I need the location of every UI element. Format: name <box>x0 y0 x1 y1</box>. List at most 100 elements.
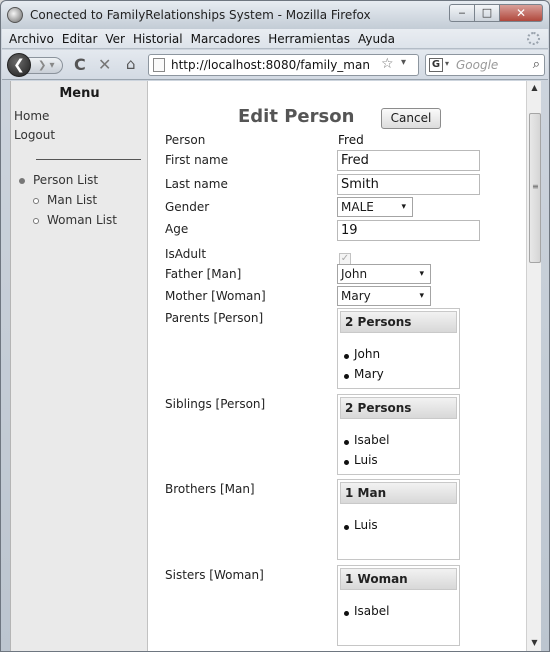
list-item[interactable]: Luis <box>354 518 378 532</box>
throbber-icon <box>527 32 540 45</box>
bullet-icon <box>344 460 349 465</box>
father-label: Father [Man] <box>165 267 242 281</box>
minimize-button[interactable]: ‒ <box>449 4 474 22</box>
cancel-button[interactable]: Cancel <box>381 108 441 129</box>
list-item[interactable]: Isabel <box>354 604 389 618</box>
siblings-list-header: 2 Persons <box>340 397 457 419</box>
parents-list-header: 2 Persons <box>340 311 457 333</box>
person-label: Person <box>165 133 206 147</box>
firefox-icon <box>7 7 23 23</box>
menu-ver[interactable]: Ver <box>101 32 129 46</box>
chevron-down-icon: ▾ <box>419 269 424 279</box>
chevron-down-icon: ▾ <box>401 202 406 212</box>
bullet-icon <box>344 440 349 445</box>
sisters-label: Sisters [Woman] <box>165 568 264 582</box>
edit-person-form: Edit Person Cancel Person Fred First nam… <box>148 81 526 651</box>
menu-archivo[interactable]: Archivo <box>5 32 58 46</box>
list-item[interactable]: Isabel <box>354 433 389 447</box>
back-forward-group: ❯ ▾ ❮ <box>7 53 63 77</box>
bullet-icon <box>344 354 349 359</box>
first-name-label: First name <box>165 153 229 167</box>
list-item[interactable]: John <box>354 347 380 361</box>
url-text[interactable]: http://localhost:8080/family_man <box>171 58 376 72</box>
gender-label: Gender <box>165 200 210 214</box>
close-icon: ✕ <box>515 6 527 20</box>
list-item[interactable]: Luis <box>354 453 378 467</box>
isadult-label: IsAdult <box>165 247 207 261</box>
sisters-list[interactable]: 1 Woman Isabel <box>337 565 460 646</box>
bookmark-star-icon[interactable]: ☆ <box>381 56 394 72</box>
maximize-icon: □ <box>481 6 493 19</box>
close-button[interactable]: ✕ <box>499 4 543 22</box>
search-icon[interactable]: ⌕ <box>533 57 540 72</box>
menu-historial[interactable]: Historial <box>129 32 187 46</box>
sidebar-menu: Menu Home Logout Person List Man List Wo… <box>11 81 148 651</box>
age-label: Age <box>165 222 189 236</box>
sidebar-item-man-list[interactable]: Man List <box>47 193 97 207</box>
home-icon[interactable]: ⌂ <box>126 55 136 73</box>
search-engine-icon[interactable]: G <box>429 58 443 72</box>
bullet-icon <box>33 218 39 224</box>
maximize-button[interactable]: □ <box>474 4 499 22</box>
bullet-icon <box>344 374 349 379</box>
parents-label: Parents [Person] <box>165 311 264 325</box>
search-bar[interactable]: G ▾ Google ⌕ <box>425 54 545 76</box>
list-item[interactable]: Mary <box>354 367 384 381</box>
mother-select[interactable]: Mary ▾ <box>337 286 431 306</box>
browser-window: Conected to FamilyRelationships System -… <box>0 0 550 652</box>
navigation-toolbar: ❯ ▾ ❮ C ✕ ⌂ http://localhost:8080/family… <box>2 50 548 80</box>
title-bar[interactable]: Conected to FamilyRelationships System -… <box>1 1 549 29</box>
vertical-scrollbar[interactable]: ▲ ≡ ▼ <box>526 81 541 651</box>
brothers-list[interactable]: 1 Man Luis <box>337 479 460 560</box>
brothers-list-header: 1 Man <box>340 482 457 504</box>
sidebar-link-home[interactable]: Home <box>14 109 49 123</box>
age-field[interactable]: 19 <box>337 220 480 241</box>
sidebar-divider <box>36 159 141 160</box>
search-placeholder: Google <box>456 58 499 72</box>
address-bar[interactable]: http://localhost:8080/family_man ☆ ▾ <box>148 54 419 76</box>
scroll-up-icon[interactable]: ▲ <box>527 83 541 92</box>
back-button[interactable]: ❮ <box>7 53 31 77</box>
mother-value: Mary <box>341 289 371 303</box>
window-title: Conected to FamilyRelationships System -… <box>30 8 371 22</box>
gender-select[interactable]: MALE ▾ <box>337 197 413 217</box>
reload-icon[interactable]: C <box>74 55 86 74</box>
minimize-icon: ‒ <box>458 6 466 19</box>
father-value: John <box>341 267 368 281</box>
menu-ayuda[interactable]: Ayuda <box>354 32 399 46</box>
siblings-label: Siblings [Person] <box>165 397 266 411</box>
bullet-icon <box>19 178 25 184</box>
sidebar-item-person-list[interactable]: Person List <box>33 173 98 187</box>
bullet-icon <box>33 198 39 204</box>
person-value: Fred <box>338 133 364 147</box>
menu-bar: Archivo Editar Ver Historial Marcadores … <box>2 29 548 49</box>
menu-herramientas[interactable]: Herramientas <box>264 32 354 46</box>
first-name-field[interactable]: Fred <box>337 150 480 171</box>
page-viewport: Menu Home Logout Person List Man List Wo… <box>10 81 541 651</box>
menu-marcadores[interactable]: Marcadores <box>187 32 265 46</box>
chevron-down-icon: ▾ <box>419 291 424 301</box>
window-controls: ‒ □ ✕ <box>449 4 543 22</box>
menu-editar[interactable]: Editar <box>58 32 102 46</box>
menu-title: Menu <box>59 86 100 101</box>
scrollbar-thumb[interactable]: ≡ <box>529 113 541 263</box>
sisters-list-header: 1 Woman <box>340 568 457 590</box>
last-name-field[interactable]: Smith <box>337 174 480 195</box>
father-select[interactable]: John ▾ <box>337 264 431 284</box>
stop-icon[interactable]: ✕ <box>98 55 111 74</box>
sidebar-item-woman-list[interactable]: Woman List <box>47 213 117 227</box>
url-dropdown-icon[interactable]: ▾ <box>401 57 406 68</box>
page-icon <box>153 58 165 72</box>
gender-value: MALE <box>341 200 374 214</box>
brothers-label: Brothers [Man] <box>165 482 255 496</box>
search-engine-dropdown-icon[interactable]: ▾ <box>445 59 449 68</box>
bullet-icon <box>344 611 349 616</box>
page-title: Edit Person <box>238 106 355 127</box>
grip-icon: ≡ <box>532 182 539 191</box>
siblings-list[interactable]: 2 Persons Isabel Luis <box>337 394 460 475</box>
mother-label: Mother [Woman] <box>165 289 266 303</box>
scroll-down-icon[interactable]: ▼ <box>527 638 541 647</box>
last-name-label: Last name <box>165 177 228 191</box>
parents-list[interactable]: 2 Persons John Mary <box>337 308 460 389</box>
sidebar-link-logout[interactable]: Logout <box>14 128 55 142</box>
